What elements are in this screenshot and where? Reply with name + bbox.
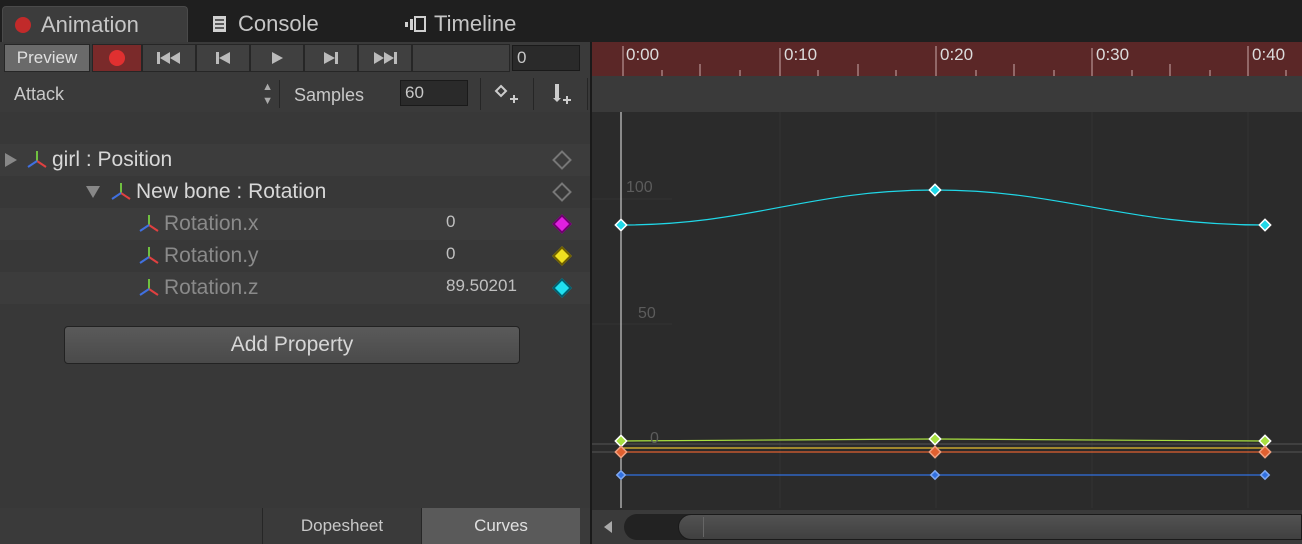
ruler-tick-label: 0:10: [784, 45, 818, 64]
property-value[interactable]: 0: [446, 212, 455, 232]
collapse-arrow-icon[interactable]: [84, 184, 102, 200]
preview-button-label: Preview: [16, 48, 78, 67]
property-list: girl : Position New bone : Rotation Rota…: [0, 112, 592, 508]
curves-tab[interactable]: Curves: [422, 508, 580, 544]
skip-to-end-icon: [374, 52, 397, 64]
keyframe-diamond-icon[interactable]: [552, 182, 572, 202]
horizontal-scrollbar[interactable]: [592, 510, 1302, 544]
tab-timeline[interactable]: Timeline: [404, 6, 516, 42]
last-keyframe-button[interactable]: [358, 44, 412, 72]
property-label: Rotation.z: [164, 276, 259, 299]
view-mode-bar: Dopesheet Curves: [0, 508, 592, 544]
preview-button[interactable]: Preview: [4, 44, 90, 72]
dropdown-arrows-icon: ▲ ▼: [262, 81, 273, 107]
add-event-button[interactable]: [534, 78, 588, 110]
next-keyframe-button[interactable]: [304, 44, 358, 72]
transform-axis-icon: [139, 247, 159, 264]
scroll-left-button[interactable]: [596, 514, 620, 540]
previous-keyframe-button[interactable]: [196, 44, 250, 72]
keyframe-diamond-icon[interactable]: [552, 150, 572, 170]
add-keyframe-icon: [494, 84, 518, 103]
curve-editor[interactable]: 100 50 0: [592, 112, 1302, 508]
property-label: Rotation.y: [164, 244, 259, 267]
play-icon: [272, 52, 283, 64]
keyframe-diamond-icon[interactable]: [552, 246, 572, 266]
ruler-tick-label: 0:40: [1252, 45, 1286, 64]
property-label: New bone : Rotation: [136, 180, 327, 203]
next-keyframe-icon: [324, 52, 338, 64]
property-row-rotation-y[interactable]: Rotation.y 0: [0, 240, 592, 272]
transform-axis-icon: [27, 151, 47, 168]
curves-tab-label: Curves: [474, 516, 528, 535]
first-keyframe-button[interactable]: [142, 44, 196, 72]
record-dot-icon: [15, 16, 31, 33]
timeline-ruler[interactable]: 0:00 0:10 0:20 0:30 0:40: [592, 42, 1302, 76]
graph-y-label: 50: [638, 305, 656, 322]
transform-axis-icon: [139, 279, 159, 296]
property-row-rotation-x[interactable]: Rotation.x 0: [0, 208, 592, 240]
property-label: girl : Position: [52, 148, 173, 171]
clip-dropdown[interactable]: Attack ▲ ▼: [4, 80, 280, 108]
property-row-rotation-z[interactable]: Rotation.z 89.50201: [0, 272, 592, 304]
tab-animation-label: Animation: [41, 11, 139, 37]
record-button[interactable]: [92, 44, 142, 72]
graph-y-label: 0: [650, 430, 659, 447]
samples-label: Samples: [294, 85, 365, 105]
add-property-button[interactable]: Add Property: [64, 326, 520, 364]
clip-toolbar: Attack ▲ ▼ Samples 60: [0, 76, 592, 113]
tab-animation[interactable]: Animation: [2, 6, 188, 42]
frame-field[interactable]: 0: [512, 45, 580, 71]
property-row-new-bone-rotation[interactable]: New bone : Rotation: [0, 176, 592, 208]
samples-value: 60: [405, 83, 424, 102]
property-value[interactable]: 0: [446, 244, 455, 264]
tab-timeline-label: Timeline: [434, 11, 517, 36]
tab-console-label: Console: [238, 11, 319, 36]
record-icon: [109, 50, 125, 66]
transform-axis-icon: [111, 183, 131, 200]
expand-arrow-icon[interactable]: [3, 151, 19, 169]
transform-axis-icon: [139, 215, 159, 232]
previous-keyframe-icon: [216, 52, 230, 64]
skip-to-start-icon: [157, 52, 180, 64]
keyframe-diamond-icon[interactable]: [552, 214, 572, 234]
clip-dropdown-value: Attack: [14, 84, 65, 104]
add-event-icon: [552, 84, 571, 104]
window-tab-bar: Animation Console Timeline: [0, 0, 1302, 43]
ruler-tick-label: 0:20: [940, 45, 974, 64]
toolbar-spacer: [412, 44, 510, 72]
console-icon: [213, 16, 226, 32]
add-property-label: Add Property: [230, 333, 354, 356]
ruler-tick-label: 0:00: [626, 45, 660, 64]
samples-field[interactable]: 60: [400, 80, 468, 106]
scrollbar-track[interactable]: [624, 514, 1302, 540]
event-lane[interactable]: [592, 76, 1302, 113]
dopesheet-tab[interactable]: Dopesheet: [262, 508, 422, 544]
timeline-icon: [405, 16, 426, 32]
frame-value: 0: [517, 48, 527, 67]
ruler-tick-label: 0:30: [1096, 45, 1130, 64]
graph-y-label: 100: [626, 179, 653, 196]
scrollbar-thumb-grip: [703, 517, 704, 537]
keyframe-diamond-icon[interactable]: [552, 278, 572, 298]
property-label: Rotation.x: [164, 212, 259, 235]
tab-console[interactable]: Console: [212, 6, 319, 42]
property-value[interactable]: 89.50201: [446, 276, 517, 296]
animation-toolbar: Preview 0: [0, 42, 592, 77]
dopesheet-tab-label: Dopesheet: [300, 516, 384, 535]
property-row-girl-position[interactable]: girl : Position: [0, 144, 592, 176]
add-keyframe-button[interactable]: [480, 78, 534, 110]
play-button[interactable]: [250, 44, 304, 72]
arrow-left-icon: [604, 521, 612, 533]
scrollbar-thumb[interactable]: [678, 514, 1302, 540]
